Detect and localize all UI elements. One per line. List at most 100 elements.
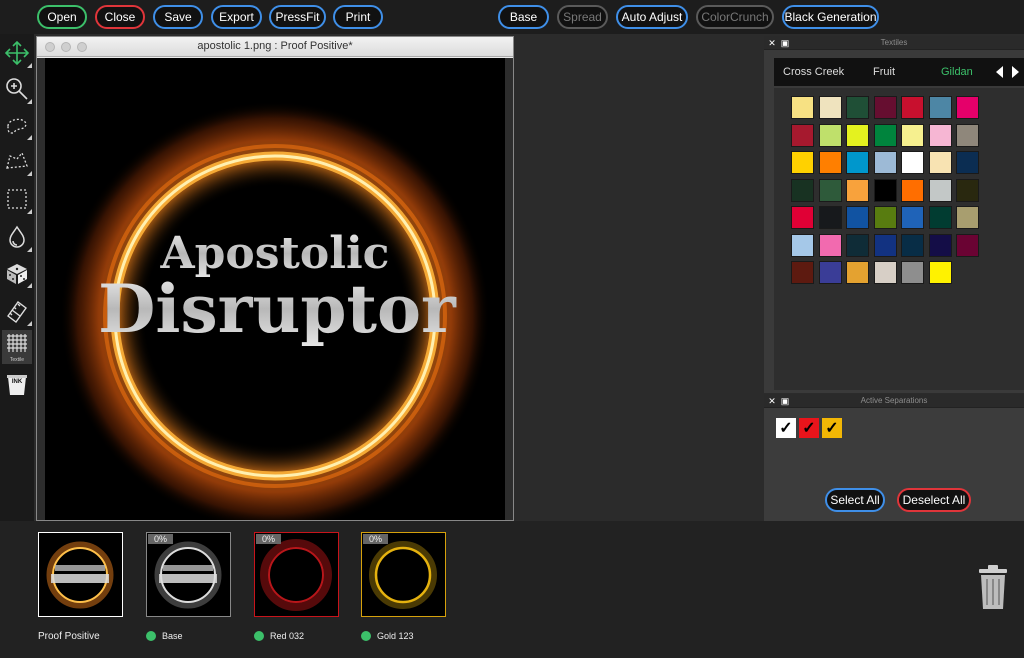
color-swatch[interactable]	[928, 123, 952, 147]
color-swatch[interactable]	[818, 96, 842, 119]
color-swatch[interactable]	[846, 206, 869, 229]
color-swatch[interactable]	[846, 233, 869, 257]
marquee-tool-icon[interactable]	[2, 184, 32, 214]
move-tool-icon[interactable]	[2, 38, 32, 68]
auto-adjust-button[interactable]: Auto Adjust	[616, 5, 688, 29]
color-swatch[interactable]	[791, 151, 814, 174]
color-swatch[interactable]	[818, 233, 842, 257]
visible-dot-icon[interactable]	[254, 631, 264, 641]
document-title: apostolic 1.png : Proof Positive*	[197, 40, 353, 52]
color-swatch[interactable]	[791, 178, 814, 202]
textile-tool-label: Textile	[9, 357, 25, 363]
color-swatch[interactable]	[956, 123, 979, 147]
thumbnail-gold-123[interactable]: 0%	[361, 532, 446, 617]
color-swatch[interactable]	[928, 233, 952, 257]
dropper-tool-icon[interactable]	[2, 222, 32, 252]
color-swatch[interactable]	[901, 123, 924, 147]
color-swatch[interactable]	[873, 178, 897, 202]
thumbnail-base[interactable]: 0%	[146, 532, 231, 617]
colorcrunch-button[interactable]: ColorCrunch	[696, 5, 774, 29]
polygon-lasso-tool-icon[interactable]	[2, 146, 32, 176]
color-swatch[interactable]	[791, 206, 814, 229]
color-swatch[interactable]	[928, 96, 952, 119]
canvas-right-margin	[505, 58, 513, 520]
color-swatch[interactable]	[873, 96, 897, 119]
color-swatch[interactable]	[956, 206, 979, 229]
thumbnail-red-032[interactable]: 0%	[254, 532, 339, 617]
color-swatch[interactable]	[818, 261, 842, 284]
color-swatch[interactable]	[901, 178, 924, 202]
save-button[interactable]: Save	[153, 5, 203, 29]
color-swatch[interactable]	[956, 233, 979, 257]
export-button[interactable]: Export	[211, 5, 262, 29]
color-swatch[interactable]	[901, 206, 924, 229]
color-swatch[interactable]	[791, 233, 814, 257]
base-button[interactable]: Base	[498, 5, 549, 29]
color-swatch[interactable]	[873, 151, 897, 174]
visible-dot-icon[interactable]	[361, 631, 371, 641]
zoom-tool-icon[interactable]	[2, 74, 32, 104]
color-swatch[interactable]	[846, 123, 869, 147]
tab-cross-creek[interactable]: Cross Creek	[783, 66, 844, 78]
color-swatch[interactable]	[818, 151, 842, 174]
visible-dot-icon[interactable]	[146, 631, 156, 641]
color-swatch[interactable]	[846, 261, 869, 284]
color-swatch[interactable]	[791, 261, 814, 284]
document-titlebar[interactable]: apostolic 1.png : Proof Positive*	[37, 37, 513, 57]
tab-prev-icon[interactable]	[996, 66, 1003, 78]
canvas-left-margin	[37, 58, 45, 520]
color-swatch[interactable]	[791, 123, 814, 147]
black-generation-button[interactable]: Black Generation	[782, 5, 879, 29]
thumbnail-percent: 0%	[148, 534, 174, 544]
open-button[interactable]: Open	[37, 5, 87, 29]
color-swatch[interactable]	[928, 151, 952, 174]
textile-tool-icon[interactable]: Textile	[2, 330, 32, 364]
separation-check-red[interactable]: ✓	[799, 418, 819, 438]
color-swatch[interactable]	[818, 178, 842, 202]
print-button[interactable]: Print	[333, 5, 383, 29]
tab-fruit[interactable]: Fruit	[873, 66, 895, 78]
color-swatch[interactable]	[901, 261, 924, 284]
color-swatch[interactable]	[846, 151, 869, 174]
color-swatch[interactable]	[846, 178, 869, 202]
color-swatch[interactable]	[901, 96, 924, 119]
color-swatch[interactable]	[873, 233, 897, 257]
thumbnail-proof-positive[interactable]	[38, 532, 123, 617]
tab-next-icon[interactable]	[1012, 66, 1019, 78]
color-swatch[interactable]	[791, 96, 814, 119]
color-swatch[interactable]	[873, 261, 897, 284]
spread-button[interactable]: Spread	[557, 5, 608, 29]
color-swatch[interactable]	[818, 206, 842, 229]
color-swatch[interactable]	[928, 206, 952, 229]
color-swatch[interactable]	[873, 123, 897, 147]
ink-tool-icon[interactable]: INK	[2, 370, 32, 400]
separation-thumbnails: 0% 0% 0% Proof Positive Base Red 032 Gol…	[0, 521, 1024, 658]
eraser-tool-icon[interactable]	[2, 296, 32, 326]
separation-check-white[interactable]: ✓	[776, 418, 796, 438]
color-swatch[interactable]	[928, 261, 952, 284]
thumbnail-label-text: Proof Positive	[38, 631, 100, 642]
separation-check-gold[interactable]: ✓	[822, 418, 842, 438]
select-all-button[interactable]: Select All	[825, 488, 885, 512]
color-swatch[interactable]	[956, 178, 979, 202]
color-swatch[interactable]	[956, 151, 979, 174]
color-swatch[interactable]	[956, 96, 979, 119]
dice-tool-icon[interactable]	[2, 258, 32, 288]
tab-gildan[interactable]: Gildan	[941, 66, 973, 78]
artwork-canvas[interactable]: Apostolic Disruptor	[45, 58, 505, 520]
color-swatch[interactable]	[873, 206, 897, 229]
trash-icon[interactable]	[976, 565, 1010, 611]
pressfit-button[interactable]: PressFit	[269, 5, 326, 29]
ink-tool-label: INK	[11, 379, 23, 385]
color-swatch[interactable]	[901, 151, 924, 174]
color-swatch[interactable]	[846, 96, 869, 119]
textiles-panel: ✕ ▣ Textiles Cross Creek Fruit Gildan	[764, 36, 1024, 421]
color-swatch[interactable]	[818, 123, 842, 147]
deselect-all-button[interactable]: Deselect All	[897, 488, 971, 512]
color-swatch[interactable]	[901, 233, 924, 257]
close-button[interactable]: Close	[95, 5, 145, 29]
lasso-tool-icon[interactable]	[2, 110, 32, 140]
artwork-title-line2: Disruptor	[98, 270, 457, 348]
color-swatch[interactable]	[928, 178, 952, 202]
document-window: apostolic 1.png : Proof Positive* Aposto…	[36, 36, 514, 521]
